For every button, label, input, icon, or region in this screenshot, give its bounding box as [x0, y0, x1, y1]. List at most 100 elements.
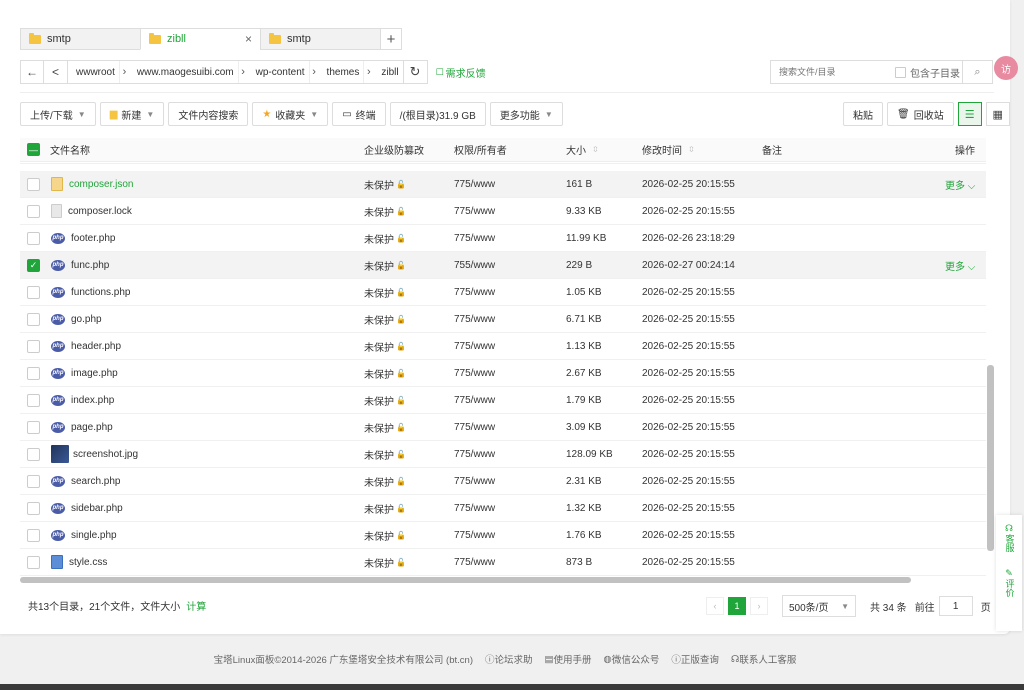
breadcrumb-item[interactable]: wp-content [248, 61, 309, 83]
close-icon[interactable]: × [245, 32, 252, 46]
permission[interactable]: 755/www [454, 260, 495, 271]
file-name-cell[interactable]: php func.php [51, 252, 109, 278]
file-name-cell[interactable]: php search.php [51, 468, 120, 494]
col-perm[interactable]: 权限/所有者 [454, 138, 507, 161]
perm-cell[interactable]: 775/www [454, 225, 495, 251]
row-checkbox[interactable] [27, 447, 40, 461]
row-checkbox[interactable] [27, 393, 40, 407]
file-name[interactable]: search.php [71, 476, 120, 487]
list-view-button[interactable]: ☰ [957, 102, 982, 126]
file-name[interactable]: image.php [71, 368, 118, 379]
protect-cell[interactable]: 未保护 🔓 [364, 414, 406, 440]
perm-cell[interactable]: 775/www [454, 360, 495, 386]
row-checkbox[interactable] [27, 420, 40, 434]
table-row[interactable]: php functions.php 未保护 🔓 775/www 1.05 KB 2026-0… [20, 279, 986, 306]
table-row[interactable]: style.css 未保护 🔓 775/www 873 B 2026-02-25 20:1… [20, 549, 986, 576]
file-name-cell[interactable]: php single.php [51, 522, 117, 548]
customer-service-button[interactable]: ☊ 客服 [1004, 515, 1015, 560]
file-name-cell[interactable]: composer.json [51, 171, 133, 197]
file-name-cell[interactable]: composer.lock [51, 198, 132, 224]
horizontal-scrollbar[interactable] [20, 577, 911, 583]
chevron-right-icon[interactable]: › [237, 61, 248, 83]
row-checkbox[interactable] [27, 177, 40, 191]
perm-cell[interactable]: 775/www [454, 468, 495, 494]
license-link[interactable]: ⓘ 正版查询 [671, 652, 719, 666]
avatar[interactable]: 访 [994, 56, 1018, 80]
add-tab-button[interactable]: + [380, 28, 402, 50]
search-icon[interactable]: ⌕ [962, 61, 992, 83]
vertical-scrollbar[interactable] [987, 365, 994, 551]
perm-cell[interactable]: 775/www [454, 495, 495, 521]
protect-cell[interactable]: 未保护 🔓 [364, 171, 406, 197]
file-name[interactable]: screenshot.jpg [73, 449, 138, 460]
file-name[interactable]: func.php [71, 260, 109, 271]
perm-cell[interactable]: 775/www [454, 414, 495, 440]
row-checkbox[interactable] [27, 204, 40, 218]
permission[interactable]: 775/www [454, 422, 495, 433]
permission[interactable]: 775/www [454, 557, 495, 568]
row-checkbox[interactable]: ✓ [27, 258, 40, 272]
page-number[interactable]: 1 [728, 597, 746, 615]
file-name[interactable]: index.php [71, 395, 114, 406]
protect-cell[interactable]: 未保护 🔓 [364, 279, 406, 305]
select-all-checkbox[interactable]: — [27, 143, 40, 156]
file-name[interactable]: functions.php [71, 287, 131, 298]
table-row[interactable]: composer.json 未保护 🔓 775/www 161 B 2026-02-25 … [20, 171, 986, 198]
file-name[interactable]: page.php [71, 422, 113, 433]
file-name[interactable]: footer.php [71, 233, 115, 244]
next-page-button[interactable]: › [750, 597, 768, 615]
file-name[interactable]: go.php [71, 314, 102, 325]
table-row[interactable]: php go.php 未保护 🔓 775/www 6.71 KB 2026-02-25 20… [20, 306, 986, 333]
subdir-checkbox-box[interactable] [895, 66, 906, 78]
permission[interactable]: 775/www [454, 314, 495, 325]
perm-cell[interactable]: 775/www [454, 441, 495, 467]
row-checkbox[interactable] [27, 555, 40, 569]
protect-cell[interactable]: 未保护 🔓 [364, 198, 406, 224]
permission[interactable]: 775/www [454, 206, 495, 217]
paste-button[interactable]: 粘贴 [843, 102, 883, 126]
protect-cell[interactable]: 未保护 🔓 [364, 360, 406, 386]
breadcrumb-item[interactable]: zibll [373, 61, 402, 83]
goto-page-input[interactable]: 1 [938, 596, 973, 616]
more-actions-button[interactable]: 更多 ⌵ [945, 258, 975, 273]
protect-cell[interactable]: 未保护 🔓 [364, 495, 406, 521]
review-button[interactable]: ✎ 评价 [1004, 560, 1015, 605]
file-name-cell[interactable]: screenshot.jpg [51, 441, 138, 467]
protect-cell[interactable]: 未保护 🔓 [364, 306, 406, 332]
terminal-button[interactable]: ▭ 终端 [332, 102, 386, 126]
file-name[interactable]: style.css [69, 557, 107, 568]
file-name-cell[interactable]: php header.php [51, 333, 121, 359]
permission[interactable]: 775/www [454, 341, 495, 352]
tab-1[interactable]: zibll × [140, 28, 260, 50]
table-row[interactable]: php sidebar.php 未保护 🔓 775/www 1.32 KB 2026-02-… [20, 495, 986, 522]
perm-cell[interactable]: 775/www [454, 522, 495, 548]
row-checkbox[interactable] [27, 312, 40, 326]
permission[interactable]: 775/www [454, 449, 495, 460]
chevron-right-icon[interactable]: › [308, 61, 319, 83]
table-row[interactable]: screenshot.jpg 未保护 🔓 775/www 128.09 KB 2026-0… [20, 441, 986, 468]
breadcrumb-item[interactable]: themes [319, 61, 364, 83]
table-row[interactable]: php image.php 未保护 🔓 775/www 2.67 KB 2026-02-25… [20, 360, 986, 387]
col-mtime[interactable]: 修改时间 ⇳ [642, 138, 695, 161]
content-search-button[interactable]: 文件内容搜索 [168, 102, 249, 126]
protect-cell[interactable]: 未保护 🔓 [364, 333, 406, 359]
new-button[interactable]: ▆ 新建 ▼ [99, 102, 165, 126]
favorites-button[interactable]: ★ 收藏夹 ▼ [252, 102, 329, 126]
table-row[interactable]: php page.php 未保护 🔓 775/www 3.09 KB 2026-02-25 … [20, 414, 986, 441]
more-functions-button[interactable]: 更多功能 ▼ [489, 102, 563, 126]
forum-link[interactable]: ⓘ 论坛求助 [485, 652, 533, 666]
file-name-cell[interactable]: php functions.php [51, 279, 131, 305]
perm-cell[interactable]: 775/www [454, 333, 495, 359]
row-checkbox[interactable] [27, 528, 40, 542]
file-name-cell[interactable]: php image.php [51, 360, 118, 386]
protect-cell[interactable]: 未保护 🔓 [364, 549, 406, 575]
permission[interactable]: 775/www [454, 233, 495, 244]
tab-2[interactable]: smtp [260, 28, 380, 50]
perm-cell[interactable]: 775/www [454, 171, 495, 197]
file-name[interactable]: sidebar.php [71, 503, 123, 514]
contact-link[interactable]: ☊ 联系人工客服 [731, 652, 796, 667]
chevron-right-icon[interactable]: › [363, 61, 373, 83]
feedback-link[interactable]: ☐ 需求反馈 [436, 65, 486, 80]
perm-cell[interactable]: 775/www [454, 306, 495, 332]
permission[interactable]: 775/www [454, 476, 495, 487]
